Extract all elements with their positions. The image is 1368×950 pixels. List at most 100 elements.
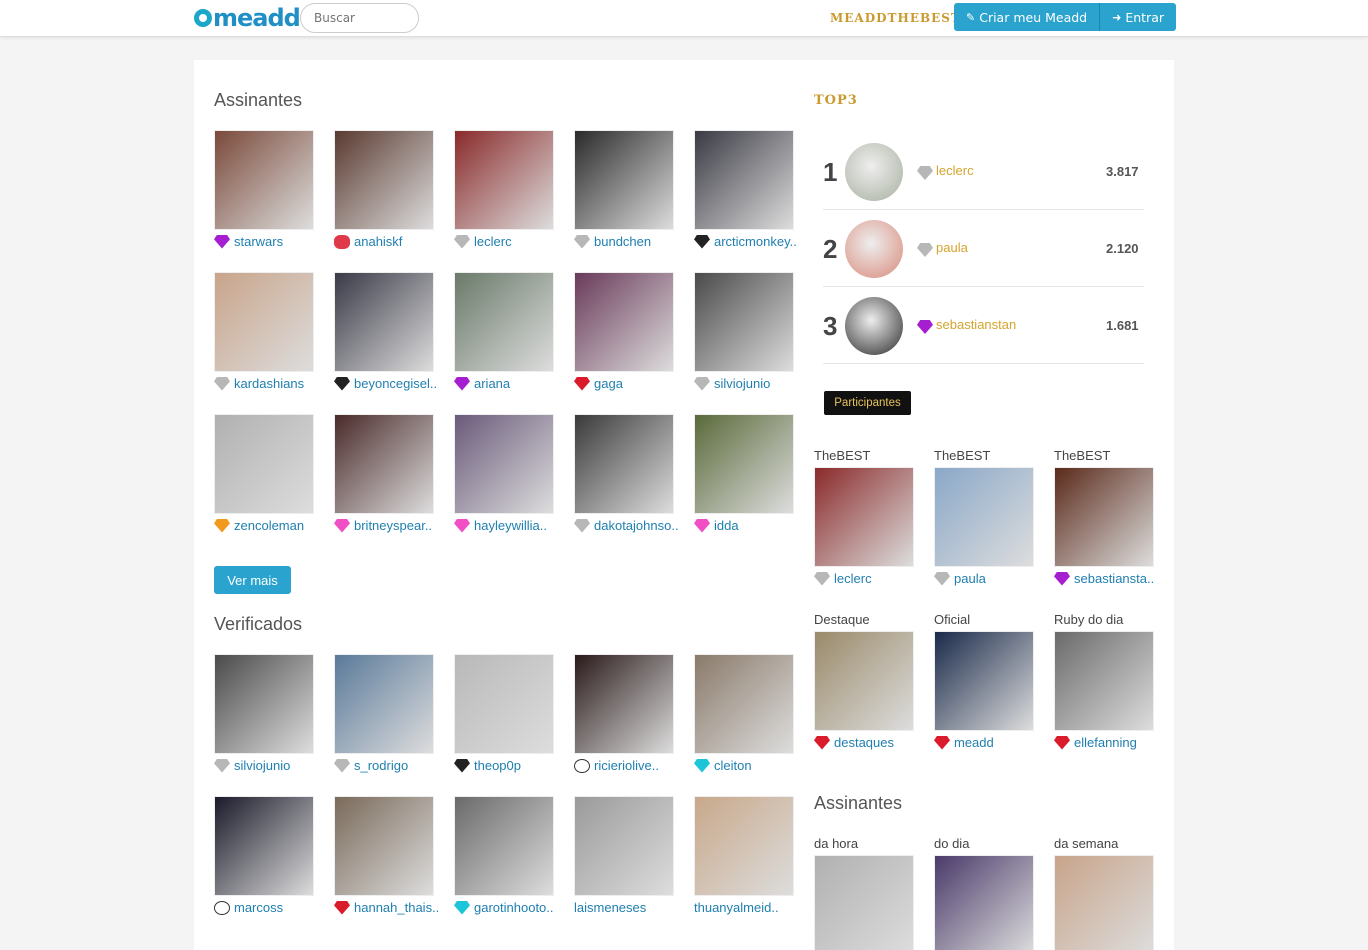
username-link[interactable]: silviojunio <box>214 758 324 773</box>
username-link[interactable]: britneyspear.. <box>334 518 444 533</box>
profile-card[interactable]: arcticmonkey.. <box>694 130 804 249</box>
avatar[interactable] <box>845 220 903 278</box>
profile-photo[interactable] <box>214 130 314 230</box>
profile-card[interactable]: britneyspear.. <box>334 414 444 533</box>
profile-card[interactable]: ricieriolive.. <box>574 654 684 773</box>
profile-card[interactable]: theop0p <box>454 654 564 773</box>
username-link[interactable]: marcoss <box>214 900 324 915</box>
login-button[interactable]: ➜ Entrar <box>1100 3 1176 31</box>
meaddthebest-link[interactable]: MEADDTHEBEST <box>830 11 961 25</box>
profile-card[interactable]: hayleywillia.. <box>454 414 564 533</box>
profile-card[interactable]: cleiton <box>694 654 804 773</box>
profile-card[interactable]: hannah_thais.. <box>334 796 444 915</box>
profile-photo[interactable] <box>694 414 794 514</box>
username-link[interactable]: silviojunio <box>694 376 804 391</box>
profile-photo[interactable] <box>694 654 794 754</box>
username-link[interactable]: anahiskf <box>334 234 444 249</box>
top3-row[interactable]: 3 sebastianstan 1.681 <box>823 287 1144 364</box>
username-link[interactable]: kardashians <box>214 376 324 391</box>
side-subscriber-photo[interactable] <box>1054 855 1154 950</box>
profile-photo[interactable] <box>334 796 434 896</box>
create-meadd-button[interactable]: ✎ Criar meu Meadd <box>954 3 1101 31</box>
profile-card[interactable]: starwars <box>214 130 324 249</box>
profile-card[interactable]: leclerc <box>814 467 924 586</box>
participants-button[interactable]: Participantes <box>824 391 911 415</box>
username-link[interactable]: paula <box>934 571 1044 586</box>
username-link[interactable]: theop0p <box>454 758 564 773</box>
meadd-logo[interactable]: meadd <box>194 4 301 32</box>
profile-photo[interactable] <box>1054 631 1154 731</box>
profile-photo[interactable] <box>934 631 1034 731</box>
username-link[interactable]: meadd <box>934 735 1044 750</box>
username-link[interactable]: leclerc <box>454 234 564 249</box>
see-more-button[interactable]: Ver mais <box>214 566 291 594</box>
username-link[interactable]: destaques <box>814 735 924 750</box>
profile-photo[interactable] <box>574 796 674 896</box>
profile-card[interactable]: marcoss <box>214 796 324 915</box>
profile-card[interactable]: sebastiansta.. <box>1054 467 1164 586</box>
username-link[interactable]: starwars <box>214 234 324 249</box>
username-link[interactable]: s_rodrigo <box>334 758 444 773</box>
profile-card[interactable]: dakotajohnso.. <box>574 414 684 533</box>
profile-photo[interactable] <box>934 467 1034 567</box>
profile-photo[interactable] <box>694 796 794 896</box>
profile-photo[interactable] <box>574 130 674 230</box>
username-link[interactable]: idda <box>694 518 804 533</box>
side-subscriber-photo[interactable] <box>934 855 1034 950</box>
profile-photo[interactable] <box>454 272 554 372</box>
profile-photo[interactable] <box>454 796 554 896</box>
username-link[interactable]: bundchen <box>574 234 684 249</box>
avatar[interactable] <box>845 297 903 355</box>
username-link[interactable]: zencoleman <box>214 518 324 533</box>
username-link[interactable]: dakotajohnso.. <box>574 518 684 533</box>
username-link[interactable]: hannah_thais.. <box>334 900 444 915</box>
username-link[interactable]: ellefanning <box>1054 735 1164 750</box>
avatar[interactable] <box>845 143 903 201</box>
username-link[interactable]: gaga <box>574 376 684 391</box>
profile-photo[interactable] <box>694 130 794 230</box>
profile-card[interactable]: destaques <box>814 631 924 750</box>
profile-photo[interactable] <box>1054 467 1154 567</box>
profile-card[interactable]: leclerc <box>454 130 564 249</box>
profile-photo[interactable] <box>334 414 434 514</box>
username-link[interactable]: sebastiansta.. <box>1054 571 1164 586</box>
profile-photo[interactable] <box>214 654 314 754</box>
username-link[interactable]: hayleywillia.. <box>454 518 564 533</box>
profile-photo[interactable] <box>694 272 794 372</box>
username-link[interactable]: beyoncegisel.. <box>334 376 444 391</box>
username-link[interactable]: thuanyalmeid.. <box>694 900 804 915</box>
profile-photo[interactable] <box>574 414 674 514</box>
profile-card[interactable]: silviojunio <box>694 272 804 391</box>
username-link[interactable]: leclerc <box>814 571 924 586</box>
profile-card[interactable]: meadd <box>934 631 1044 750</box>
rank-username[interactable]: sebastianstan <box>936 317 1016 332</box>
profile-photo[interactable] <box>814 631 914 731</box>
side-subscriber-photo[interactable] <box>814 855 914 950</box>
profile-photo[interactable] <box>454 130 554 230</box>
profile-card[interactable]: gaga <box>574 272 684 391</box>
profile-card[interactable]: anahiskf <box>334 130 444 249</box>
profile-card[interactable]: beyoncegisel.. <box>334 272 444 391</box>
username-link[interactable]: ariana <box>454 376 564 391</box>
rank-username[interactable]: leclerc <box>936 163 974 178</box>
profile-card[interactable]: kardashians <box>214 272 324 391</box>
profile-card[interactable]: idda <box>694 414 804 533</box>
top3-row[interactable]: 2 paula 2.120 <box>823 210 1144 287</box>
profile-photo[interactable] <box>214 414 314 514</box>
profile-photo[interactable] <box>214 796 314 896</box>
profile-card[interactable]: garotinhooto.. <box>454 796 564 915</box>
profile-card[interactable]: thuanyalmeid.. <box>694 796 804 915</box>
search-input[interactable] <box>300 3 419 33</box>
profile-photo[interactable] <box>334 272 434 372</box>
profile-card[interactable]: s_rodrigo <box>334 654 444 773</box>
rank-username[interactable]: paula <box>936 240 968 255</box>
profile-card[interactable]: ellefanning <box>1054 631 1164 750</box>
username-link[interactable]: garotinhooto.. <box>454 900 564 915</box>
profile-card[interactable]: laismeneses <box>574 796 684 915</box>
top3-row[interactable]: 1 leclerc 3.817 <box>823 133 1144 210</box>
profile-photo[interactable] <box>454 654 554 754</box>
profile-card[interactable]: paula <box>934 467 1044 586</box>
username-link[interactable]: ricieriolive.. <box>574 758 684 773</box>
username-link[interactable]: laismeneses <box>574 900 684 915</box>
profile-photo[interactable] <box>574 654 674 754</box>
